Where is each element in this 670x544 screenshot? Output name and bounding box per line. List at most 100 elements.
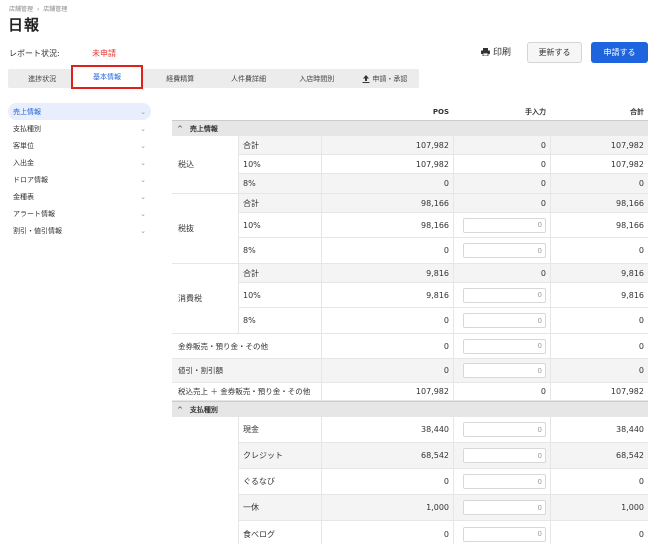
tab-basic-info[interactable]: 基本情報 — [71, 65, 143, 89]
sidebar-item-drawer[interactable]: ドロア情報 ⌄ — [8, 171, 151, 188]
group-tax-included: 税込 合計 107,982 0 107,982 10% 107,982 0 10… — [172, 136, 648, 194]
chevron-down-icon: ⌄ — [140, 158, 146, 167]
group-consumption-tax: 消費税 合計 9,816 0 9,816 10% 9,816 9,816 8% … — [172, 264, 648, 334]
row-label: 値引・割引額 — [178, 366, 223, 375]
pos-value: 107,982 — [321, 383, 453, 400]
total-value: 0 — [550, 308, 648, 333]
total-value: 98,166 — [550, 194, 648, 212]
table-row: 食べログ 0 0 — [238, 521, 648, 544]
total-value: 9,816 — [550, 264, 648, 282]
chevron-down-icon: ⌄ — [140, 141, 146, 150]
sidebar-item-sales[interactable]: 売上情報 ⌄ — [8, 103, 151, 120]
total-value: 98,166 — [550, 213, 648, 237]
table-row: 値引・割引額 0 0 — [172, 359, 648, 383]
row-label: クレジット — [238, 443, 321, 468]
row-label: 合計 — [238, 264, 321, 282]
total-value: 9,816 — [550, 283, 648, 307]
table-header: POS 手入力 合計 — [172, 103, 648, 120]
sidebar-item-discount[interactable]: 割引・値引情報 ⌄ — [8, 222, 151, 239]
pos-value: 9,816 — [321, 264, 453, 282]
print-label: 印刷 — [493, 48, 512, 58]
tab-entry-time[interactable]: 入店時間別 — [283, 69, 351, 88]
manual-input[interactable] — [463, 287, 546, 303]
table-row: 8% 0 0 — [238, 308, 648, 333]
section-payment[interactable]: ^ 支払種別 — [172, 401, 648, 417]
manual-input[interactable] — [463, 363, 546, 378]
update-button[interactable]: 更新する — [527, 42, 582, 63]
manual-input[interactable] — [463, 526, 546, 542]
page-title: 日報 — [8, 16, 41, 34]
section-title: 売上情報 — [189, 124, 218, 133]
row-label: 現金 — [238, 417, 321, 442]
pos-value: 1,000 — [321, 495, 453, 520]
breadcrumb-item[interactable]: 店舗管理 — [43, 6, 67, 13]
manual-input[interactable] — [463, 243, 546, 258]
table-row: 現金 38,440 38,440 — [238, 417, 648, 443]
table-row: 8% 0 0 0 — [238, 174, 648, 193]
report-status-value: 未申請 — [92, 49, 116, 58]
manual-input[interactable] — [463, 217, 546, 233]
manual-input[interactable] — [463, 422, 546, 437]
table-row: 金券販売・預り金・その他 0 0 — [172, 334, 648, 359]
table-row: 10% 98,166 98,166 — [238, 213, 648, 238]
chevron-down-icon: ⌄ — [140, 175, 146, 184]
sidebar-item-label: 客単位 — [13, 141, 34, 150]
sidebar-item-label: 割引・値引情報 — [13, 226, 62, 235]
manual-input[interactable] — [463, 313, 546, 328]
section-sales[interactable]: ^ 売上情報 — [172, 120, 648, 136]
table-row: ぐるなび 0 0 — [238, 469, 648, 495]
pos-value: 38,440 — [321, 417, 453, 442]
sidebar-item-label: 金種表 — [13, 192, 34, 201]
table-row: 10% 107,982 0 107,982 — [238, 155, 648, 174]
sidebar-item-payment[interactable]: 支払種別 ⌄ — [8, 120, 151, 137]
breadcrumb-item[interactable]: 店舗管理 — [9, 6, 33, 13]
manual-input[interactable] — [463, 338, 546, 354]
pos-value: 0 — [321, 308, 453, 333]
tab-labor-detail[interactable]: 人件費詳細 — [214, 69, 282, 88]
total-value: 1,000 — [550, 495, 648, 520]
row-label: 金券販売・預り金・その他 — [178, 341, 268, 351]
table-row: 8% 0 0 — [238, 238, 648, 263]
row-label: 8% — [238, 308, 321, 333]
row-label: 8% — [238, 238, 321, 263]
manual-input[interactable] — [463, 500, 546, 515]
group-label: 税込 — [178, 160, 194, 169]
chevron-down-icon: ⌄ — [140, 124, 146, 133]
breadcrumb-separator: › — [36, 6, 40, 13]
pos-value: 98,166 — [321, 194, 453, 212]
tab-progress[interactable]: 進捗状況 — [8, 69, 76, 88]
apply-button[interactable]: 申請する — [591, 42, 648, 63]
chevron-up-icon: ^ — [177, 124, 183, 133]
total-value: 68,542 — [550, 443, 648, 468]
manual-value: 0 — [453, 155, 550, 173]
print-button[interactable]: 印刷 — [481, 45, 511, 58]
table-row: 合計 98,166 0 98,166 — [238, 194, 648, 213]
row-label: 税込売上 ＋ 金券販売・預り金・その他 — [178, 387, 311, 396]
sidebar: 売上情報 ⌄ 支払種別 ⌄ 客単位 ⌄ 入出金 ⌄ ドロア情報 ⌄ 金種表 ⌄ アラート情報… — [8, 103, 151, 239]
table-row: 合計 107,982 0 107,982 — [238, 136, 648, 155]
sidebar-item-cash-in-out[interactable]: 入出金 ⌄ — [8, 154, 151, 171]
sidebar-item-customer-unit[interactable]: 客単位 ⌄ — [8, 137, 151, 154]
tab-approval[interactable]: 申請・承認 — [351, 69, 419, 88]
sidebar-item-denomination[interactable]: 金種表 ⌄ — [8, 188, 151, 205]
header-pos: POS — [432, 107, 449, 116]
chevron-down-icon: ⌄ — [140, 107, 146, 116]
tab-expenses[interactable]: 経費精算 — [146, 69, 214, 88]
sidebar-item-label: 売上情報 — [13, 107, 41, 116]
header-total: 合計 — [630, 107, 644, 116]
manual-input[interactable] — [463, 448, 546, 463]
pos-value: 0 — [321, 521, 453, 544]
tab-approval-label: 申請・承認 — [372, 74, 408, 83]
pos-value: 98,166 — [321, 213, 453, 237]
row-label: 合計 — [238, 136, 321, 154]
manual-value: 0 — [453, 264, 550, 282]
sidebar-item-alert[interactable]: アラート情報 ⌄ — [8, 205, 151, 222]
row-label: 食べログ — [238, 521, 321, 544]
table-row: 一休 1,000 1,000 — [238, 495, 648, 521]
pos-value: 0 — [321, 469, 453, 494]
total-value: 0 — [550, 359, 648, 382]
row-label: 合計 — [238, 194, 321, 212]
manual-input[interactable] — [463, 474, 546, 489]
row-label: 10% — [238, 155, 321, 173]
daily-report-table: POS 手入力 合計 ^ 売上情報 税込 合計 107,982 0 107,98… — [172, 103, 648, 544]
